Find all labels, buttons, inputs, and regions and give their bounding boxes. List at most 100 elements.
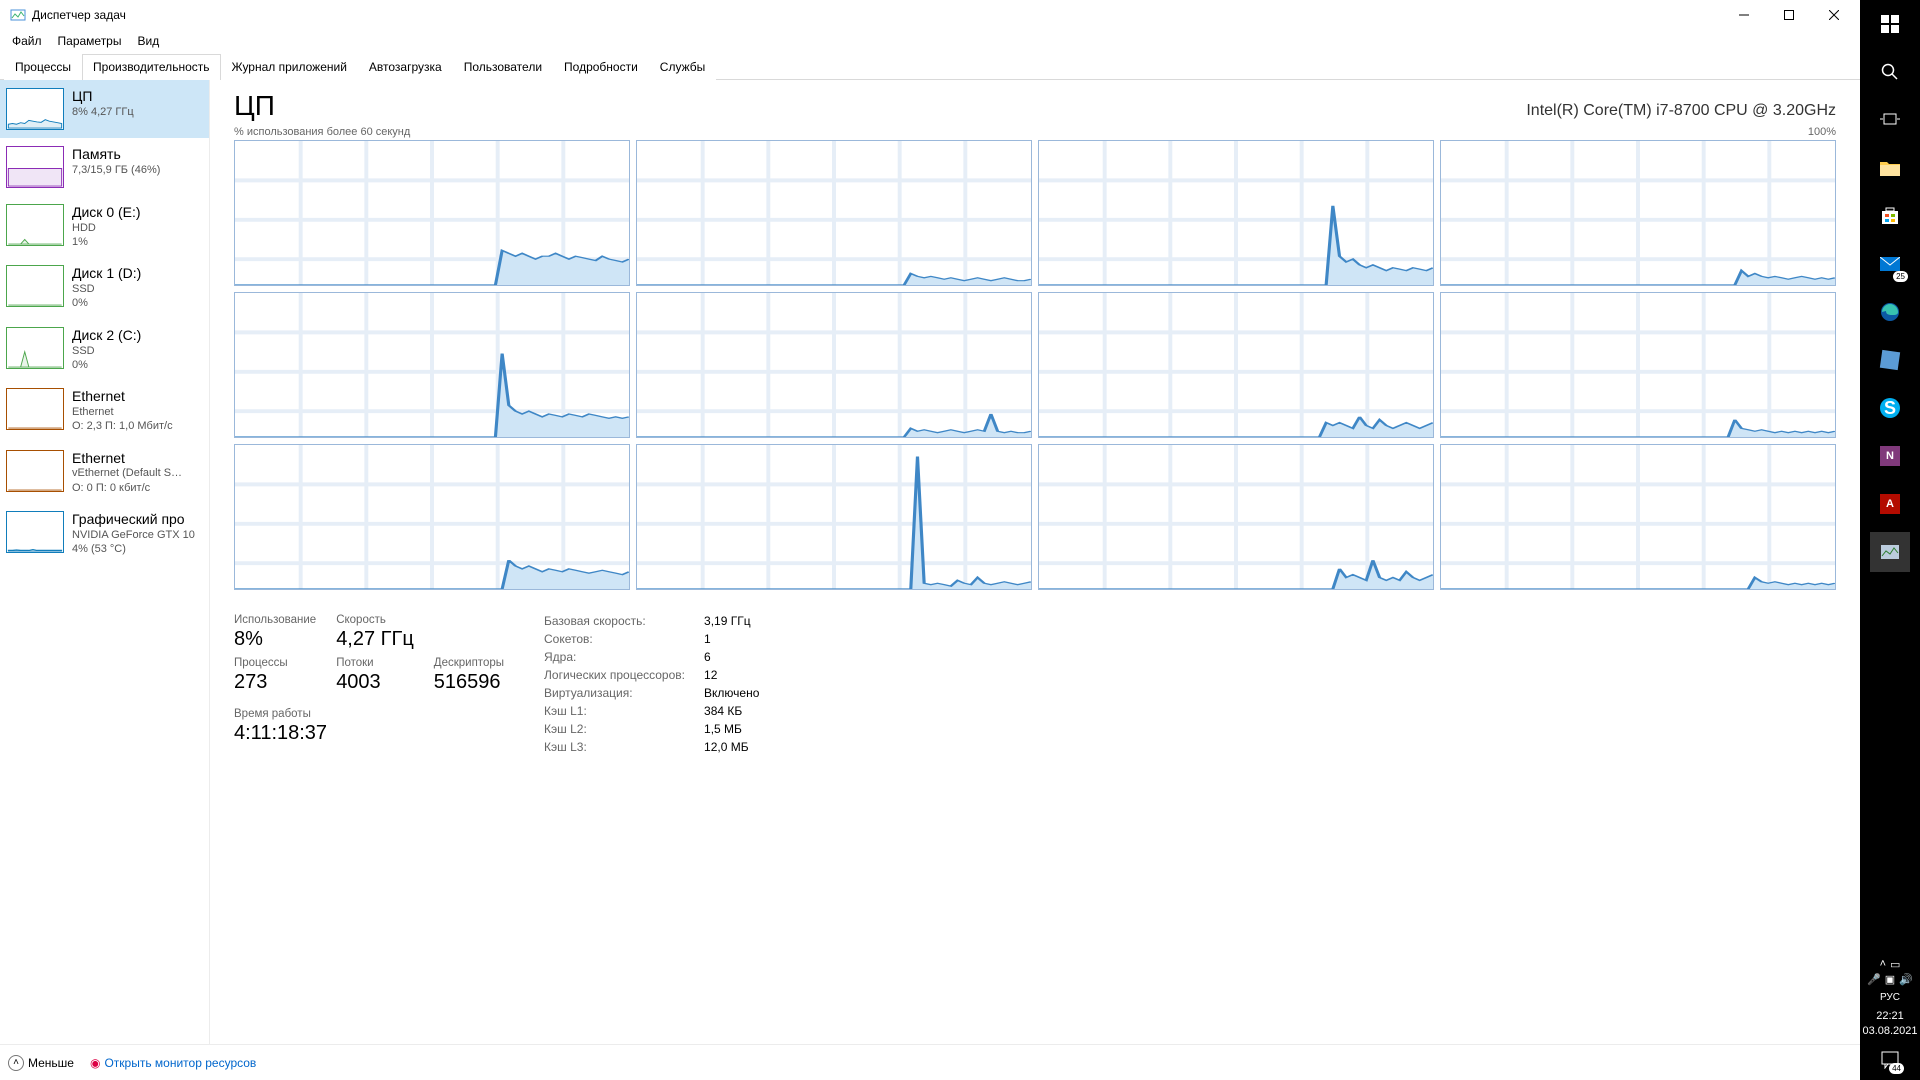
sidebar-item-sub: vEthernet (Default S… — [72, 466, 182, 480]
sidebar-item-sub2: 0% — [72, 296, 141, 310]
sidebar-item-gpu[interactable]: Графический проNVIDIA GeForce GTX 104% (… — [0, 503, 209, 564]
ms-store-icon[interactable] — [1870, 196, 1910, 236]
sidebar-item-disk0[interactable]: Диск 0 (E:)HDD1% — [0, 196, 209, 257]
tab-Подробности[interactable]: Подробности — [553, 54, 649, 80]
stat-value: 3,19 ГГц — [704, 614, 759, 628]
tab-Автозагрузка[interactable]: Автозагрузка — [358, 54, 453, 80]
cpu-core-chart-1 — [636, 140, 1032, 286]
search-icon[interactable] — [1870, 52, 1910, 92]
sidebar-item-sub2: 0% — [72, 358, 141, 372]
sidebar-item-title: Диск 2 (C:) — [72, 327, 141, 344]
tab-Журнал приложений[interactable]: Журнал приложений — [221, 54, 358, 80]
sidebar-thumb-disk1 — [6, 265, 64, 307]
minimize-button[interactable] — [1721, 0, 1766, 30]
start-button[interactable] — [1870, 4, 1910, 44]
notification-center-icon[interactable]: 44 — [1874, 1044, 1906, 1076]
page-heading: ЦП — [234, 90, 275, 122]
tab-Производительность[interactable]: Производительность — [82, 54, 220, 80]
maximize-button[interactable] — [1766, 0, 1811, 30]
cpu-core-chart-3 — [1440, 140, 1836, 286]
sidebar-thumb-disk2 — [6, 327, 64, 369]
tray-chevron-icon[interactable]: ˄ — [1880, 958, 1886, 971]
uptime-value: 4:11:18:37 — [234, 722, 504, 745]
cpu-core-chart-5 — [636, 292, 1032, 438]
stat-value: 12 — [704, 668, 759, 682]
fewer-details-button[interactable]: ˄ Меньше — [8, 1055, 74, 1071]
sidebar-item-sub: 8% 4,27 ГГц — [72, 105, 134, 119]
sidebar-item-sub: 7,3/15,9 ГБ (46%) — [72, 163, 160, 177]
menu-файл[interactable]: Файл — [4, 32, 50, 50]
perf-sidebar: ЦП8% 4,27 ГГцПамять7,3/15,9 ГБ (46%)Диск… — [0, 80, 210, 1044]
tray-volume-icon[interactable]: 🔊 — [1899, 973, 1913, 986]
stat-value: 6 — [704, 650, 759, 664]
stat-key: Кэш L1: — [544, 704, 704, 718]
tab-Процессы[interactable]: Процессы — [4, 54, 82, 80]
cpu-core-chart-6 — [1038, 292, 1434, 438]
menu-параметры[interactable]: Параметры — [50, 32, 130, 50]
chevron-up-icon: ˄ — [8, 1055, 24, 1071]
sidebar-item-memory[interactable]: Память7,3/15,9 ГБ (46%) — [0, 138, 209, 196]
app-icon-1[interactable] — [1870, 340, 1910, 380]
chart-axis-label: % использования более 60 секунд — [234, 126, 410, 138]
stat-metric: Скорость4,27 ГГц — [336, 614, 414, 651]
sidebar-item-eth0[interactable]: EthernetEthernetО: 2,3 П: 1,0 Мбит/с — [0, 380, 209, 441]
sidebar-item-title: Графический про — [72, 511, 195, 528]
sidebar-item-title: Память — [72, 146, 160, 163]
stat-key: Кэш L2: — [544, 722, 704, 736]
stat-key: Логических процессоров: — [544, 668, 704, 682]
sidebar-thumb-eth1 — [6, 450, 64, 492]
bottom-bar: ˄ Меньше ◉ Открыть монитор ресурсов — [0, 1044, 1860, 1080]
sidebar-item-cpu[interactable]: ЦП8% 4,27 ГГц — [0, 80, 209, 138]
sidebar-item-title: Диск 0 (E:) — [72, 204, 141, 221]
task-manager-taskbar-icon[interactable] — [1870, 532, 1910, 572]
sidebar-item-disk1[interactable]: Диск 1 (D:)SSD0% — [0, 257, 209, 318]
tab-Службы[interactable]: Службы — [649, 54, 716, 80]
stat-value: 12,0 МБ — [704, 740, 759, 754]
cpu-core-chart-10 — [1038, 444, 1434, 590]
sidebar-thumb-memory — [6, 146, 64, 188]
windows-taskbar[interactable]: 25 S N A ˄ ▭ 🎤 ▣ 🔊 РУС 22:21 03.08.2021 — [1860, 0, 1920, 1080]
close-button[interactable] — [1811, 0, 1856, 30]
stat-metric: Процессы273 — [234, 657, 316, 694]
onenote-icon[interactable]: N — [1870, 436, 1910, 476]
task-manager-window: Диспетчер задач ФайлПараметрыВид Процесс… — [0, 0, 1860, 1080]
titlebar[interactable]: Диспетчер задач — [0, 0, 1860, 30]
sidebar-thumb-gpu — [6, 511, 64, 553]
sidebar-thumb-eth0 — [6, 388, 64, 430]
cpu-stats: Использование8% Скорость4,27 ГГц Процессы2… — [234, 614, 1836, 754]
menu-вид[interactable]: Вид — [129, 32, 167, 50]
tray-tablet-icon[interactable]: ▭ — [1890, 958, 1900, 971]
sidebar-item-sub: SSD — [72, 344, 141, 358]
sidebar-item-sub2: 1% — [72, 235, 141, 249]
window-title: Диспетчер задач — [32, 8, 126, 22]
acrobat-icon[interactable]: A — [1870, 484, 1910, 524]
stat-metric: Потоки4003 — [336, 657, 414, 694]
tray-cast-icon[interactable]: ▣ — [1885, 973, 1895, 986]
cpu-core-grid[interactable] — [234, 140, 1836, 590]
task-view-icon[interactable] — [1870, 100, 1910, 140]
stat-value: Включено — [704, 686, 759, 700]
stat-key: Ядра: — [544, 650, 704, 664]
mail-icon[interactable]: 25 — [1870, 244, 1910, 284]
cpu-core-chart-2 — [1038, 140, 1434, 286]
stat-metric: Использование8% — [234, 614, 316, 651]
sidebar-item-sub2: 4% (53 °C) — [72, 542, 195, 556]
system-tray[interactable]: ˄ ▭ 🎤 ▣ 🔊 РУС 22:21 03.08.2021 44 — [1862, 958, 1917, 1080]
tray-language[interactable]: РУС — [1880, 992, 1900, 1003]
edge-icon[interactable] — [1870, 292, 1910, 332]
tray-mic-icon[interactable]: 🎤 — [1867, 973, 1881, 986]
tab-bar: ПроцессыПроизводительностьЖурнал приложе… — [0, 52, 1860, 80]
chart-max-label: 100% — [1808, 126, 1836, 138]
open-resource-monitor-link[interactable]: ◉ Открыть монитор ресурсов — [90, 1056, 256, 1070]
sidebar-thumb-cpu — [6, 88, 64, 130]
tab-Пользователи[interactable]: Пользователи — [453, 54, 553, 80]
sidebar-item-eth1[interactable]: EthernetvEthernet (Default S…О: 0 П: 0 к… — [0, 442, 209, 503]
stat-value: 384 КБ — [704, 704, 759, 718]
file-explorer-icon[interactable] — [1870, 148, 1910, 188]
sidebar-item-disk2[interactable]: Диск 2 (C:)SSD0% — [0, 319, 209, 380]
mail-badge: 25 — [1893, 271, 1908, 282]
stat-key: Виртуализация: — [544, 686, 704, 700]
menubar: ФайлПараметрыВид — [0, 30, 1860, 52]
tray-clock[interactable]: 22:21 03.08.2021 — [1862, 1009, 1917, 1038]
skype-icon[interactable]: S — [1870, 388, 1910, 428]
